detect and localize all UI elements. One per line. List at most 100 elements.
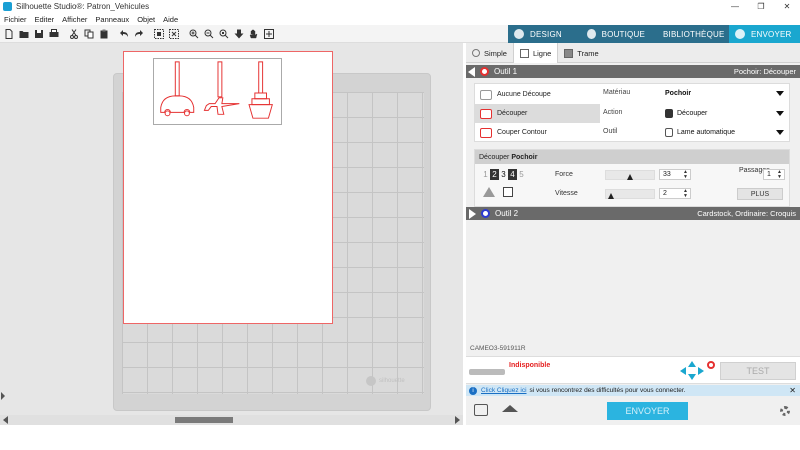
spinner-icon[interactable]: ▲ ▼ (777, 169, 782, 180)
scroll-left-icon[interactable] (3, 416, 8, 424)
tool2-header[interactable]: Outil 2 Cardstock, Ordinaire: Croquis (466, 207, 800, 220)
tab-bibliotheque[interactable]: BIBLIOTHÈQUE (651, 25, 729, 43)
device-row: Indisponible TEST (466, 356, 800, 384)
speed-slider-knob[interactable] (608, 193, 614, 199)
arrow-right-icon[interactable] (698, 367, 704, 375)
expand-icon[interactable] (469, 208, 476, 219)
help-link[interactable]: Click Cliquez ici (481, 387, 527, 394)
tool-value: Lame automatique (677, 128, 735, 136)
paste-icon[interactable] (97, 28, 111, 40)
blade-depth-selector[interactable]: 1 2 3 4 5 (481, 169, 526, 180)
speed-input[interactable]: 2 ▲ ▼ (659, 188, 691, 199)
menu-panneaux[interactable]: Panneaux (91, 15, 133, 24)
save-icon[interactable] (32, 28, 46, 40)
option-aucune-decoupe[interactable]: Aucune Découpe (475, 85, 600, 104)
option-label: Aucune Découpe (497, 91, 551, 98)
menu-objet[interactable]: Objet (133, 15, 159, 24)
tutorial-cap-icon[interactable] (502, 405, 518, 412)
tab-design[interactable]: DESIGN (508, 25, 581, 43)
blade-move-arrows[interactable] (680, 361, 704, 380)
redo-icon[interactable] (132, 28, 146, 40)
fit-page-icon[interactable] (262, 28, 276, 40)
cut-icon[interactable] (67, 28, 81, 40)
speed-slider[interactable] (605, 189, 655, 199)
device-settings-icon[interactable] (474, 404, 488, 416)
blade-icon (665, 108, 673, 118)
nav-tabs: DESIGN BOUTIQUE BIBLIOTHÈQUE ENVOYER (508, 25, 800, 43)
action-select[interactable]: Découper (665, 106, 787, 120)
chevron-down-icon (776, 90, 784, 96)
minimize-button[interactable]: — (722, 0, 748, 13)
maximize-button[interactable]: ❐ (748, 0, 774, 13)
zoom-out-icon[interactable] (202, 28, 216, 40)
tab-envoyer[interactable]: ENVOYER (729, 25, 800, 43)
depth-digit[interactable]: 4 (508, 169, 517, 180)
overcut-icon[interactable] (503, 187, 513, 197)
menu-aide[interactable]: Aide (159, 15, 182, 24)
tool2-color-icon (481, 209, 490, 218)
perforated-icon[interactable] (483, 187, 495, 197)
expand-panel-icon[interactable] (1, 392, 5, 400)
undo-icon[interactable] (117, 28, 131, 40)
device-name: CAMEO3-591911R (470, 345, 526, 352)
open-icon[interactable] (17, 28, 31, 40)
passes-label: Passages (739, 167, 770, 174)
menu-afficher[interactable]: Afficher (58, 15, 91, 24)
force-value: 33 (663, 171, 671, 178)
cut-settings-panel: Découper Pochoir 1 2 3 4 5 Force 33 ▲▼ (474, 149, 790, 207)
ungroup-icon[interactable] (167, 28, 181, 40)
title-bar: Silhouette Studio®: Patron_Vehicules — ❐… (0, 0, 800, 13)
gear-icon[interactable] (780, 406, 790, 416)
arrow-left-icon[interactable] (680, 367, 686, 375)
plus-button[interactable]: PLUS (737, 188, 783, 200)
zoom-area-icon[interactable] (217, 28, 231, 40)
tab-trame[interactable]: Trame (558, 43, 604, 63)
silhouette-logo-icon (366, 376, 376, 386)
horizontal-scrollbar[interactable] (0, 415, 463, 425)
chevron-down-icon (776, 129, 784, 135)
tab-boutique[interactable]: BOUTIQUE (581, 25, 651, 43)
spinner-icon[interactable]: ▲ ▼ (683, 188, 688, 199)
speed-label: Vitesse (555, 190, 578, 197)
tool-select[interactable]: Lame automatique (665, 125, 787, 139)
passes-input[interactable]: 1 ▲ ▼ (763, 169, 785, 180)
menu-fichier[interactable]: Fichier (0, 15, 31, 24)
scroll-thumb[interactable] (175, 417, 233, 423)
material-select[interactable]: Pochoir (665, 86, 787, 100)
option-label: Couper Contour (497, 129, 547, 136)
pan-hand-icon[interactable] (247, 28, 261, 40)
selected-shapes-group[interactable] (153, 58, 282, 125)
tab-design-label: DESIGN (530, 29, 562, 39)
close-icon[interactable]: ✕ (789, 386, 796, 395)
copy-icon[interactable] (82, 28, 96, 40)
option-couper-contour[interactable]: Couper Contour (475, 123, 600, 142)
menu-editer[interactable]: Editer (31, 15, 59, 24)
close-button[interactable]: ✕ (774, 0, 800, 13)
depth-digit[interactable]: 1 (481, 169, 490, 180)
plane-shape (203, 61, 240, 115)
collapse-icon[interactable] (468, 66, 475, 77)
depth-digit[interactable]: 3 (499, 169, 508, 180)
tool1-header[interactable]: Outil 1 Pochoir: Découper (466, 65, 800, 78)
arrow-down-icon[interactable] (688, 374, 696, 380)
group-icon[interactable] (152, 28, 166, 40)
origin-icon[interactable] (707, 361, 715, 369)
scroll-right-icon[interactable] (455, 416, 460, 424)
force-slider[interactable] (605, 170, 655, 180)
zoom-in-icon[interactable] (187, 28, 201, 40)
option-decouper[interactable]: Découper (475, 104, 600, 123)
tab-ligne[interactable]: Ligne (512, 43, 559, 63)
new-icon[interactable] (2, 28, 16, 40)
test-button[interactable]: TEST (720, 362, 796, 380)
arrow-up-icon[interactable] (688, 361, 696, 367)
force-input[interactable]: 33 ▲ ▼ (659, 169, 691, 180)
force-slider-knob[interactable] (626, 174, 633, 180)
tab-simple[interactable]: Simple (466, 43, 513, 63)
send-button[interactable]: ENVOYER (607, 402, 688, 420)
depth-digit[interactable]: 5 (517, 169, 526, 180)
spinner-icon[interactable]: ▲ ▼ (683, 169, 688, 180)
mat-logo-text: silhouette (379, 378, 405, 384)
print-icon[interactable] (47, 28, 61, 40)
move-down-icon[interactable] (232, 28, 246, 40)
depth-digit[interactable]: 2 (490, 169, 499, 180)
